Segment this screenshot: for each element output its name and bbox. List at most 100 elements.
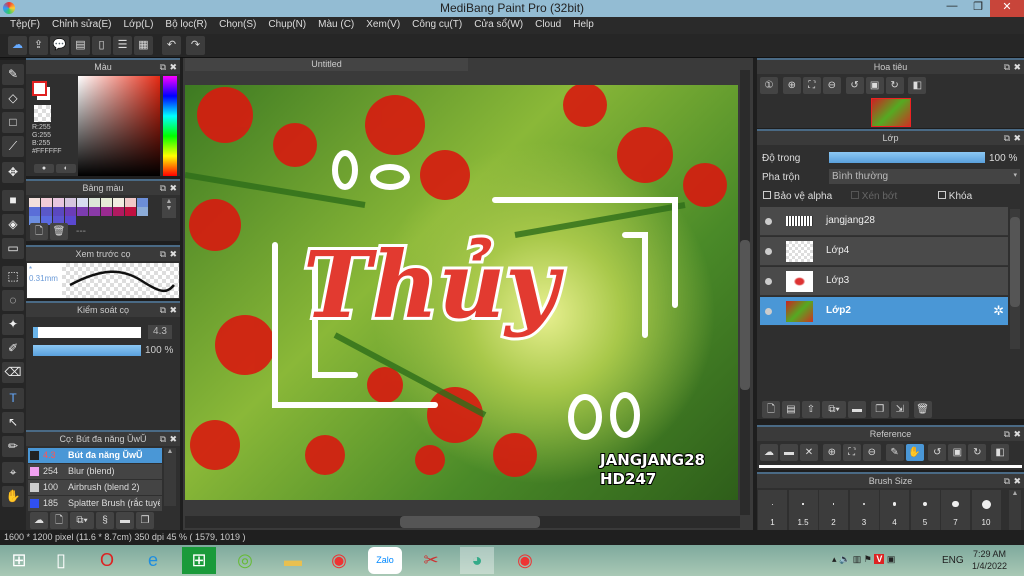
popout-icon[interactable]: ⧉ [160, 303, 166, 317]
brush-tool-icon[interactable]: ✎ [2, 64, 24, 85]
palette-swatch[interactable] [53, 198, 64, 207]
palette-swatch[interactable] [29, 207, 40, 216]
new-layer-icon[interactable]: 🗋 [762, 401, 780, 418]
palette-swatch[interactable] [65, 207, 76, 216]
menu-filter[interactable]: Bộ lọc(R) [159, 17, 213, 34]
brush-opacity-slider[interactable] [33, 345, 141, 356]
cloud-brush-icon[interactable]: ☁ [30, 512, 48, 529]
document-tab[interactable]: Untitled [185, 58, 468, 71]
palette-swatch[interactable] [77, 207, 88, 216]
popout-icon[interactable]: ⧉ [160, 432, 166, 446]
rotate-right-icon[interactable]: ↻ [968, 444, 987, 461]
popout-icon[interactable]: ⧉ [1004, 474, 1010, 488]
flip-icon[interactable]: ◧ [908, 77, 927, 94]
menu-edit[interactable]: Chỉnh sửa(E) [46, 17, 118, 34]
protect-alpha-checkbox[interactable]: Bảo vệ alpha [763, 191, 832, 202]
layer-row[interactable]: Lớp4 [760, 237, 1008, 266]
rotate-left-icon[interactable]: ↺ [845, 77, 864, 94]
close-reference-icon[interactable]: ✕ [800, 444, 818, 461]
brush-size-option[interactable]: 4 [880, 490, 909, 530]
close-icon[interactable]: ✖ [169, 181, 177, 195]
close-icon[interactable]: ✖ [1013, 60, 1021, 74]
palette-swatch[interactable] [41, 207, 52, 216]
select-pen-icon[interactable]: ✐ [2, 338, 24, 359]
visibility-icon[interactable] [765, 278, 772, 285]
fit-icon[interactable]: ⛶ [802, 77, 821, 94]
comment-icon[interactable]: 💬 [50, 36, 69, 55]
popout-icon[interactable]: ⧉ [1004, 131, 1010, 145]
add-layer-dropdown-icon[interactable]: ⧉▾ [822, 401, 846, 418]
brush-list-item[interactable]: 4.3 Bút đa năng ŬwŬ [28, 448, 162, 463]
grid-icon[interactable]: ▦ [134, 36, 153, 55]
menu-tools[interactable]: Công cụ(T) [406, 17, 468, 34]
maximize-button[interactable]: ❐ [964, 0, 992, 17]
zalo-icon[interactable]: Zalo [368, 547, 402, 574]
layer-settings-icon[interactable]: ✲ [993, 303, 1004, 319]
new-palette-icon[interactable]: 🗋 [30, 223, 48, 240]
file-app-icon[interactable]: ▯ [44, 547, 78, 574]
palette-swatch[interactable] [113, 207, 124, 216]
menu-color[interactable]: Màu (C) [312, 17, 360, 34]
palette-swatch[interactable] [89, 207, 100, 216]
new-brush-icon[interactable]: 🗋 [50, 512, 68, 529]
palette-swatch[interactable] [125, 198, 136, 207]
reset-view-icon[interactable]: ▣ [948, 444, 967, 461]
vertical-scrollbar[interactable] [740, 70, 750, 515]
close-icon[interactable]: ✖ [1013, 474, 1021, 488]
close-icon[interactable]: ✖ [169, 60, 177, 74]
layer-row[interactable]: jangjang28 [760, 207, 1008, 236]
brush-size-option[interactable]: 10 [971, 490, 1001, 530]
bucket-tool-icon[interactable]: ◈ [2, 214, 24, 235]
select-eraser-icon[interactable]: ⌫ [2, 362, 24, 383]
new-1bit-layer-icon[interactable]: ⇧ [802, 401, 820, 418]
blend-mode-select[interactable]: Bình thường ▾ [829, 169, 1020, 184]
zoom-out-icon[interactable]: ⊖ [822, 77, 841, 94]
text-tool-icon[interactable]: T [2, 388, 24, 409]
brush-size-option[interactable]: 2 [819, 490, 848, 530]
move-tool-icon[interactable]: ✥ [2, 162, 24, 183]
duplicate-layer-icon[interactable]: ❐ [870, 401, 889, 418]
add-brush-dropdown-icon[interactable]: ⧉▾ [70, 512, 94, 529]
popout-icon[interactable]: ⧉ [160, 181, 166, 195]
palette-swatch[interactable] [113, 198, 124, 207]
language-indicator[interactable]: ENG [942, 555, 964, 566]
close-button[interactable]: ✕ [990, 0, 1024, 17]
layers-scrollbar[interactable] [1010, 209, 1020, 349]
brush-size-option[interactable]: 3 [849, 490, 879, 530]
menu-help[interactable]: Help [567, 17, 600, 34]
magic-wand-icon[interactable]: ✦ [2, 314, 24, 335]
zoom-actual-icon[interactable]: ① [760, 77, 778, 94]
clip-checkbox[interactable]: Xén bớt [851, 191, 897, 202]
chrome-profile-icon[interactable]: ◉ [508, 547, 542, 574]
delete-layer-icon[interactable]: 🗑 [913, 401, 932, 418]
palette-swatch[interactable] [137, 198, 148, 207]
page-list-icon[interactable]: ☰ [113, 36, 132, 55]
popout-icon[interactable]: ⧉ [160, 60, 166, 74]
menu-file[interactable]: Tệp(F) [4, 17, 46, 34]
palette-swatch[interactable] [125, 207, 136, 216]
layer-opacity-slider[interactable] [829, 152, 985, 163]
undo-icon[interactable]: ↶ [162, 36, 181, 55]
palette-swatch[interactable] [65, 198, 76, 207]
operation-tool-icon[interactable]: ↖ [2, 412, 24, 433]
brush-size-scrollbar[interactable]: ▲ [1009, 490, 1021, 530]
menu-cloud[interactable]: Cloud [529, 17, 567, 34]
layer-row[interactable]: Lớp3 [760, 267, 1008, 296]
select-tool-icon[interactable]: ⬚ [2, 266, 24, 287]
file-explorer-icon[interactable]: ▬ [276, 547, 310, 574]
brush-size-option[interactable]: 1 [758, 490, 787, 530]
brush-list-item[interactable]: 100 Airbrush (blend 2) [28, 480, 162, 495]
palette-swatch[interactable] [77, 198, 88, 207]
start-button[interactable]: ⊞ [2, 547, 36, 574]
transparent-color-swatch[interactable] [34, 105, 51, 122]
palette-swatch[interactable] [29, 198, 40, 207]
menu-window[interactable]: Cửa sổ(W) [468, 17, 529, 34]
rotate-right-icon[interactable]: ↻ [885, 77, 904, 94]
brush-size-option[interactable]: 7 [941, 490, 970, 530]
divide-tool-icon[interactable]: ✏ [2, 436, 24, 457]
primary-color-swatch[interactable] [32, 81, 47, 96]
hand-tool-icon[interactable]: ✋ [2, 486, 24, 507]
horizontal-scrollbar[interactable] [185, 516, 740, 528]
duplicate-brush-icon[interactable]: ❐ [136, 512, 154, 529]
page-icon[interactable]: ▯ [92, 36, 111, 55]
